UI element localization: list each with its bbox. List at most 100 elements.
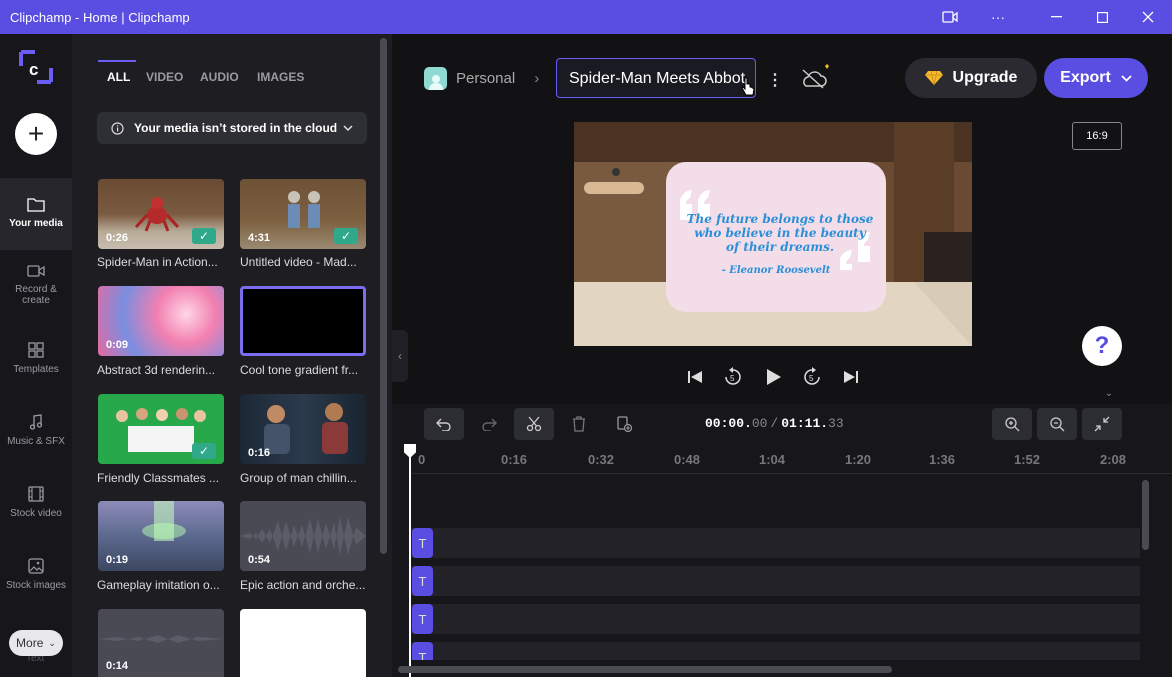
timeline-track[interactable]: T <box>410 642 1140 660</box>
playhead[interactable] <box>409 450 411 677</box>
breadcrumb: Personal › <box>424 66 539 90</box>
info-icon <box>111 121 124 135</box>
chevron-right-icon: › <box>534 69 540 87</box>
rail-music-sfx[interactable]: Music & SFX <box>0 410 72 466</box>
window-title: Clipchamp - Home | Clipchamp <box>10 10 190 25</box>
media-panel: ALL VIDEO AUDIO IMAGES Your media isn’t … <box>72 34 392 677</box>
rail-stock-images[interactable]: Stock images <box>0 554 72 610</box>
create-new-button[interactable]: + <box>15 113 57 155</box>
timeline-horizontal-scrollbar[interactable] <box>398 666 892 673</box>
clipchamp-logo[interactable]: c <box>17 48 55 86</box>
fit-timeline-button[interactable] <box>1082 408 1122 440</box>
ruler-tick: 1:36 <box>929 452 956 467</box>
chevron-down-icon <box>343 125 353 131</box>
svg-text:5: 5 <box>809 374 814 383</box>
timeline-track[interactable]: T <box>410 604 1140 634</box>
text-clip[interactable]: T <box>412 604 433 634</box>
media-thumb[interactable] <box>240 609 366 677</box>
aspect-ratio-button[interactable]: 16:9 <box>1072 122 1122 150</box>
ruler-tick: 0:16 <box>501 452 528 467</box>
collapse-preview-icon[interactable]: ⌄ <box>1094 388 1124 402</box>
left-rail: c + Your media Record & create Templates… <box>0 34 72 677</box>
duplicate-icon <box>617 416 632 432</box>
tab-video[interactable]: VIDEO <box>146 70 183 84</box>
zoom-in-icon <box>1005 417 1020 432</box>
media-caption: Epic action and orche... <box>240 578 366 592</box>
redo-button[interactable] <box>469 408 509 440</box>
skip-back-icon[interactable] <box>684 366 706 388</box>
music-note-icon <box>29 414 43 430</box>
templates-icon <box>28 342 44 358</box>
video-camera-icon <box>27 265 45 277</box>
timeline-vertical-scrollbar[interactable] <box>1142 480 1149 550</box>
rail-stock-video[interactable]: Stock video <box>0 482 72 538</box>
maximize-button[interactable] <box>1080 0 1124 34</box>
media-scrollbar[interactable] <box>380 38 387 554</box>
export-button[interactable]: Export <box>1044 58 1148 98</box>
ruler-tick: 1:52 <box>1014 452 1041 467</box>
cloud-off-icon[interactable] <box>800 64 832 95</box>
cloud-notice[interactable]: Your media isn’t stored in the cloud <box>97 112 367 144</box>
media-caption: Spider-Man in Action... <box>97 255 218 269</box>
split-button[interactable] <box>514 408 554 440</box>
media-caption: Friendly Classmates ... <box>97 471 220 485</box>
svg-text:c: c <box>29 60 38 79</box>
zoom-in-button[interactable] <box>992 408 1032 440</box>
delete-button[interactable] <box>559 408 599 440</box>
quote-text: The future belongs to those who believe … <box>686 212 874 254</box>
text-clip[interactable]: T <box>412 566 433 596</box>
rail-record-create[interactable]: Record & create <box>0 256 72 320</box>
media-thumb-audio[interactable]: 0:14 <box>98 609 224 677</box>
tab-audio[interactable]: AUDIO <box>200 70 239 84</box>
media-thumb[interactable]: 0:09 <box>98 286 224 356</box>
avatar <box>424 66 447 90</box>
active-tab-indicator <box>98 60 136 62</box>
minimize-button[interactable] <box>1034 0 1078 34</box>
media-thumb[interactable]: 0:19 <box>98 501 224 571</box>
rewind-5-icon[interactable]: 5 <box>722 366 744 388</box>
timeline-track[interactable]: T <box>410 528 1140 558</box>
video-preview[interactable]: The future belongs to those who believe … <box>574 122 972 346</box>
collapse-panel-button[interactable]: ‹ <box>392 330 408 382</box>
play-icon[interactable] <box>762 366 784 388</box>
more-button[interactable]: More ⌄ <box>9 630 63 656</box>
project-name-input[interactable]: Spider-Man Meets Abbot <box>556 58 756 98</box>
text-clip[interactable]: T <box>412 528 433 558</box>
media-thumb[interactable]: 4:31 ✓ <box>240 179 366 249</box>
undo-button[interactable] <box>424 408 464 440</box>
rail-templates[interactable]: Templates <box>0 338 72 394</box>
diamond-icon <box>924 70 943 86</box>
more-options-icon[interactable]: ··· <box>976 0 1020 34</box>
close-button[interactable] <box>1126 0 1170 34</box>
media-thumb-selected[interactable] <box>240 286 366 356</box>
ruler-tick: 1:20 <box>845 452 872 467</box>
media-thumb[interactable]: 0:26 ✓ <box>98 179 224 249</box>
timeline-ruler[interactable]: 0 0:16 0:32 0:48 1:04 1:20 1:36 1:52 2:0… <box>410 444 1172 474</box>
check-icon: ✓ <box>192 443 216 459</box>
forward-5-icon[interactable]: 5 <box>801 366 823 388</box>
text-clip[interactable]: T <box>412 642 433 660</box>
camera-icon[interactable] <box>928 0 972 34</box>
help-button[interactable]: ? <box>1082 326 1122 366</box>
project-menu-icon[interactable]: ⋮ <box>767 70 783 90</box>
title-bar: Clipchamp - Home | Clipchamp ··· <box>0 0 1172 34</box>
quote-card: The future belongs to those who believe … <box>666 162 886 312</box>
zoom-out-button[interactable] <box>1037 408 1077 440</box>
cursor-icon <box>741 77 755 102</box>
tab-all[interactable]: ALL <box>107 70 130 84</box>
duplicate-button[interactable] <box>604 408 644 440</box>
timeline-track[interactable]: T <box>410 566 1140 596</box>
skip-forward-icon[interactable] <box>840 366 862 388</box>
workspace-name[interactable]: Personal <box>456 70 515 87</box>
media-thumb[interactable]: ✓ <box>98 394 224 464</box>
rail-your-media[interactable]: Your media <box>0 178 72 250</box>
timeline: 00:00.00/01:11.33 0 0:16 0:32 0:48 1:04 … <box>392 404 1172 677</box>
check-icon: ✓ <box>192 228 216 244</box>
media-thumb-audio[interactable]: 0:54 <box>240 501 366 571</box>
media-caption: Abstract 3d renderin... <box>97 363 216 377</box>
timecode: 00:00.00/01:11.33 <box>705 416 844 431</box>
tab-images[interactable]: IMAGES <box>257 70 304 84</box>
ruler-tick: 1:04 <box>759 452 786 467</box>
upgrade-button[interactable]: Upgrade <box>905 58 1037 98</box>
media-thumb[interactable]: 0:16 <box>240 394 366 464</box>
